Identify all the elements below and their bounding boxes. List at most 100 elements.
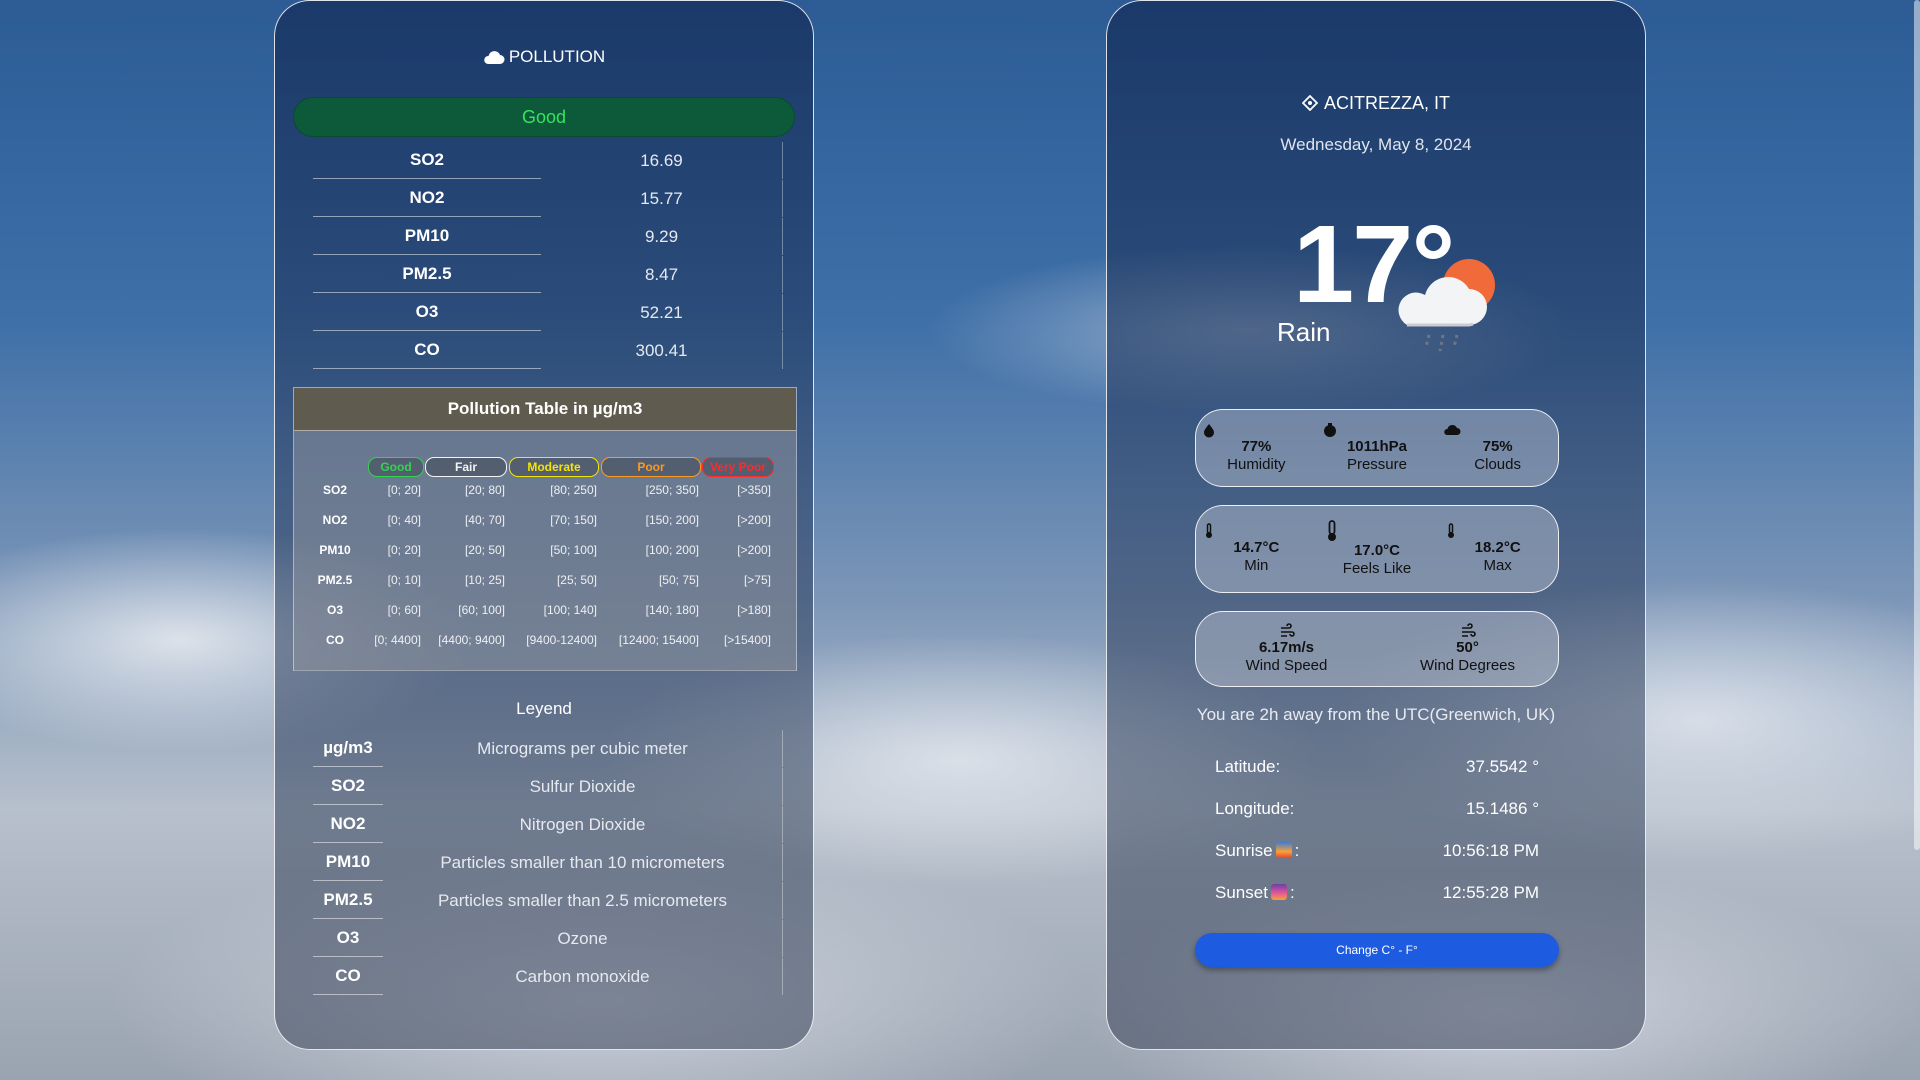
- legend-description: Particles smaller than 2.5 micrometers: [383, 881, 783, 919]
- legend-description: Micrograms per cubic meter: [383, 729, 783, 767]
- wind-icon: [1461, 623, 1476, 637]
- sunrise-value: 10:56:18 PM: [1442, 841, 1539, 860]
- location-name: ACITREZZA, IT: [1324, 93, 1450, 113]
- wind-degrees-stat: 50° Wind Degrees: [1393, 623, 1543, 675]
- pollutant-name: PM2.5: [313, 255, 541, 293]
- unit-toggle-button[interactable]: Change C° - F°: [1195, 933, 1559, 967]
- legend-row: PM2.5 Particles smaller than 2.5 micromet…: [313, 881, 783, 919]
- reference-range-cell: [0; 40]: [387, 513, 421, 527]
- pollutant-name: PM10: [313, 217, 541, 255]
- legend-title: Leyend: [516, 699, 572, 718]
- feels-like-label: Feels Like: [1342, 560, 1412, 577]
- aqi-status-badge: Good: [293, 97, 795, 137]
- reference-range-cell: [0; 60]: [387, 603, 421, 617]
- cloud-icon: [1443, 424, 1461, 435]
- latitude-value: 37.5542 °: [1466, 757, 1539, 776]
- thermometer-icon: [1206, 523, 1213, 538]
- wind-speed-stat: 6.17m/s Wind Speed: [1212, 623, 1362, 675]
- clouds-value: 75%: [1482, 438, 1513, 455]
- scrollbar[interactable]: [1914, 0, 1920, 850]
- reference-range-cell: [25; 50]: [556, 573, 597, 587]
- level-chip: Fair: [424, 457, 508, 477]
- reference-pollutant: SO2: [322, 483, 347, 497]
- reference-range-cell: [>200]: [737, 513, 771, 527]
- legend-row: O3 Ozone: [313, 919, 783, 957]
- reference-range-cell: [80; 250]: [550, 483, 597, 497]
- pollution-values-table: SO2 16.69 NO2 15.77 PM10 9.29 PM2.5 8.47 O3 5…: [313, 141, 783, 369]
- legend-description: Ozone: [383, 919, 783, 957]
- level-header-cell: Moderate: [508, 451, 600, 477]
- table-row: PM2.5 8.47: [313, 255, 783, 293]
- grid-corner: [302, 451, 368, 475]
- cloud-icon: [484, 51, 505, 64]
- sunrise-row: Sunrise: 10:56:18 PM: [1215, 841, 1539, 861]
- table-row: NO2 15.77: [313, 179, 783, 217]
- reference-range-cell: [40; 70]: [464, 513, 505, 527]
- feels-like-value: 17.0°C: [1353, 542, 1400, 559]
- reference-range-cell: [250; 350]: [645, 483, 699, 497]
- reference-range-cell: [>15400]: [723, 633, 771, 647]
- level-chip: Moderate: [508, 457, 600, 477]
- reference-range-cell: [4400; 9400]: [438, 633, 505, 647]
- pollutant-name: SO2: [313, 141, 541, 179]
- reference-range-cell: [>350]: [737, 483, 771, 497]
- max-temp-label: Max: [1483, 557, 1512, 574]
- max-temp-stat: 18.2°C Max: [1443, 523, 1553, 575]
- level-header-cell: Fair: [424, 451, 508, 477]
- legend-description: Nitrogen Dioxide: [383, 805, 783, 843]
- legend-row: CO Carbon monoxide: [313, 957, 783, 995]
- humidity-pressure-clouds-card: 77% Humidity 1011hPa Pressure 75% Clouds: [1195, 409, 1559, 487]
- longitude-value: 15.1486 °: [1466, 799, 1539, 818]
- sunrise-emoji-icon: [1275, 842, 1292, 858]
- pollutant-value: 9.29: [541, 217, 783, 255]
- reference-table-title: Pollution Table in µg/m3: [294, 388, 796, 431]
- legend-description: Sulfur Dioxide: [383, 767, 783, 805]
- reference-range-cell: [12400; 15400]: [618, 633, 699, 647]
- thermometer-icon: [1447, 523, 1454, 538]
- pressure-value: 1011hPa: [1346, 438, 1408, 455]
- longitude-label: Longitude:: [1215, 799, 1295, 818]
- level-header-cell: Poor: [600, 451, 702, 477]
- reference-range-cell: [100; 140]: [543, 603, 597, 617]
- reference-range-cell: [70; 150]: [550, 513, 597, 527]
- reference-range-cell: [20; 50]: [464, 543, 505, 557]
- level-chip: Good: [368, 457, 424, 477]
- reference-range-cell: [140; 180]: [645, 603, 699, 617]
- wind-speed-label: Wind Speed: [1245, 657, 1328, 674]
- weather-condition: Rain: [1277, 317, 1331, 347]
- reference-range-cell: [100; 200]: [645, 543, 699, 557]
- wind-degrees-value: 50°: [1456, 639, 1479, 656]
- min-temp-label: Min: [1244, 557, 1269, 574]
- legend-key: SO2: [313, 767, 383, 805]
- wind-degrees-label: Wind Degrees: [1419, 657, 1516, 674]
- table-row: CO 300.41: [313, 331, 783, 369]
- clouds-stat: 75% Clouds: [1443, 422, 1553, 474]
- droplet-icon: [1204, 424, 1215, 438]
- legend-table: µg/m3 Micrograms per cubic meter SO2 Sulfu…: [313, 729, 783, 995]
- reference-range-cell: [0; 20]: [387, 483, 421, 497]
- reference-range-cell: [20; 80]: [464, 483, 505, 497]
- sunrise-label-text: Sunrise: [1215, 841, 1273, 860]
- pollution-title: POLLUTION: [508, 47, 606, 66]
- reference-range-cell: [>200]: [737, 543, 771, 557]
- table-row: PM10 9.29: [313, 217, 783, 255]
- level-chip: Very Poor: [702, 457, 774, 477]
- pollutant-name: NO2: [313, 179, 541, 217]
- pollutant-name: O3: [313, 293, 541, 331]
- level-chip: Poor: [601, 457, 701, 477]
- reference-range-cell: [0; 10]: [387, 573, 421, 587]
- reference-range-cell: [>180]: [737, 603, 771, 617]
- reference-range-cell: [>75]: [743, 573, 771, 587]
- current-date: Wednesday, May 8, 2024: [1280, 135, 1472, 154]
- min-temp-stat: 14.7°C Min: [1201, 523, 1311, 575]
- reference-range-cell: [0; 20]: [387, 543, 421, 557]
- location-heading: ACITREZZA, IT: [1107, 93, 1645, 114]
- humidity-stat: 77% Humidity: [1201, 422, 1311, 474]
- location-pin-icon: [1301, 94, 1319, 112]
- pollutant-value: 16.69: [541, 141, 783, 179]
- pollutant-value: 52.21: [541, 293, 783, 331]
- table-row: SO2 16.69: [313, 141, 783, 179]
- legend-key: µg/m3: [313, 729, 383, 767]
- legend-description: Carbon monoxide: [383, 957, 783, 995]
- reference-range-cell: [50; 100]: [550, 543, 597, 557]
